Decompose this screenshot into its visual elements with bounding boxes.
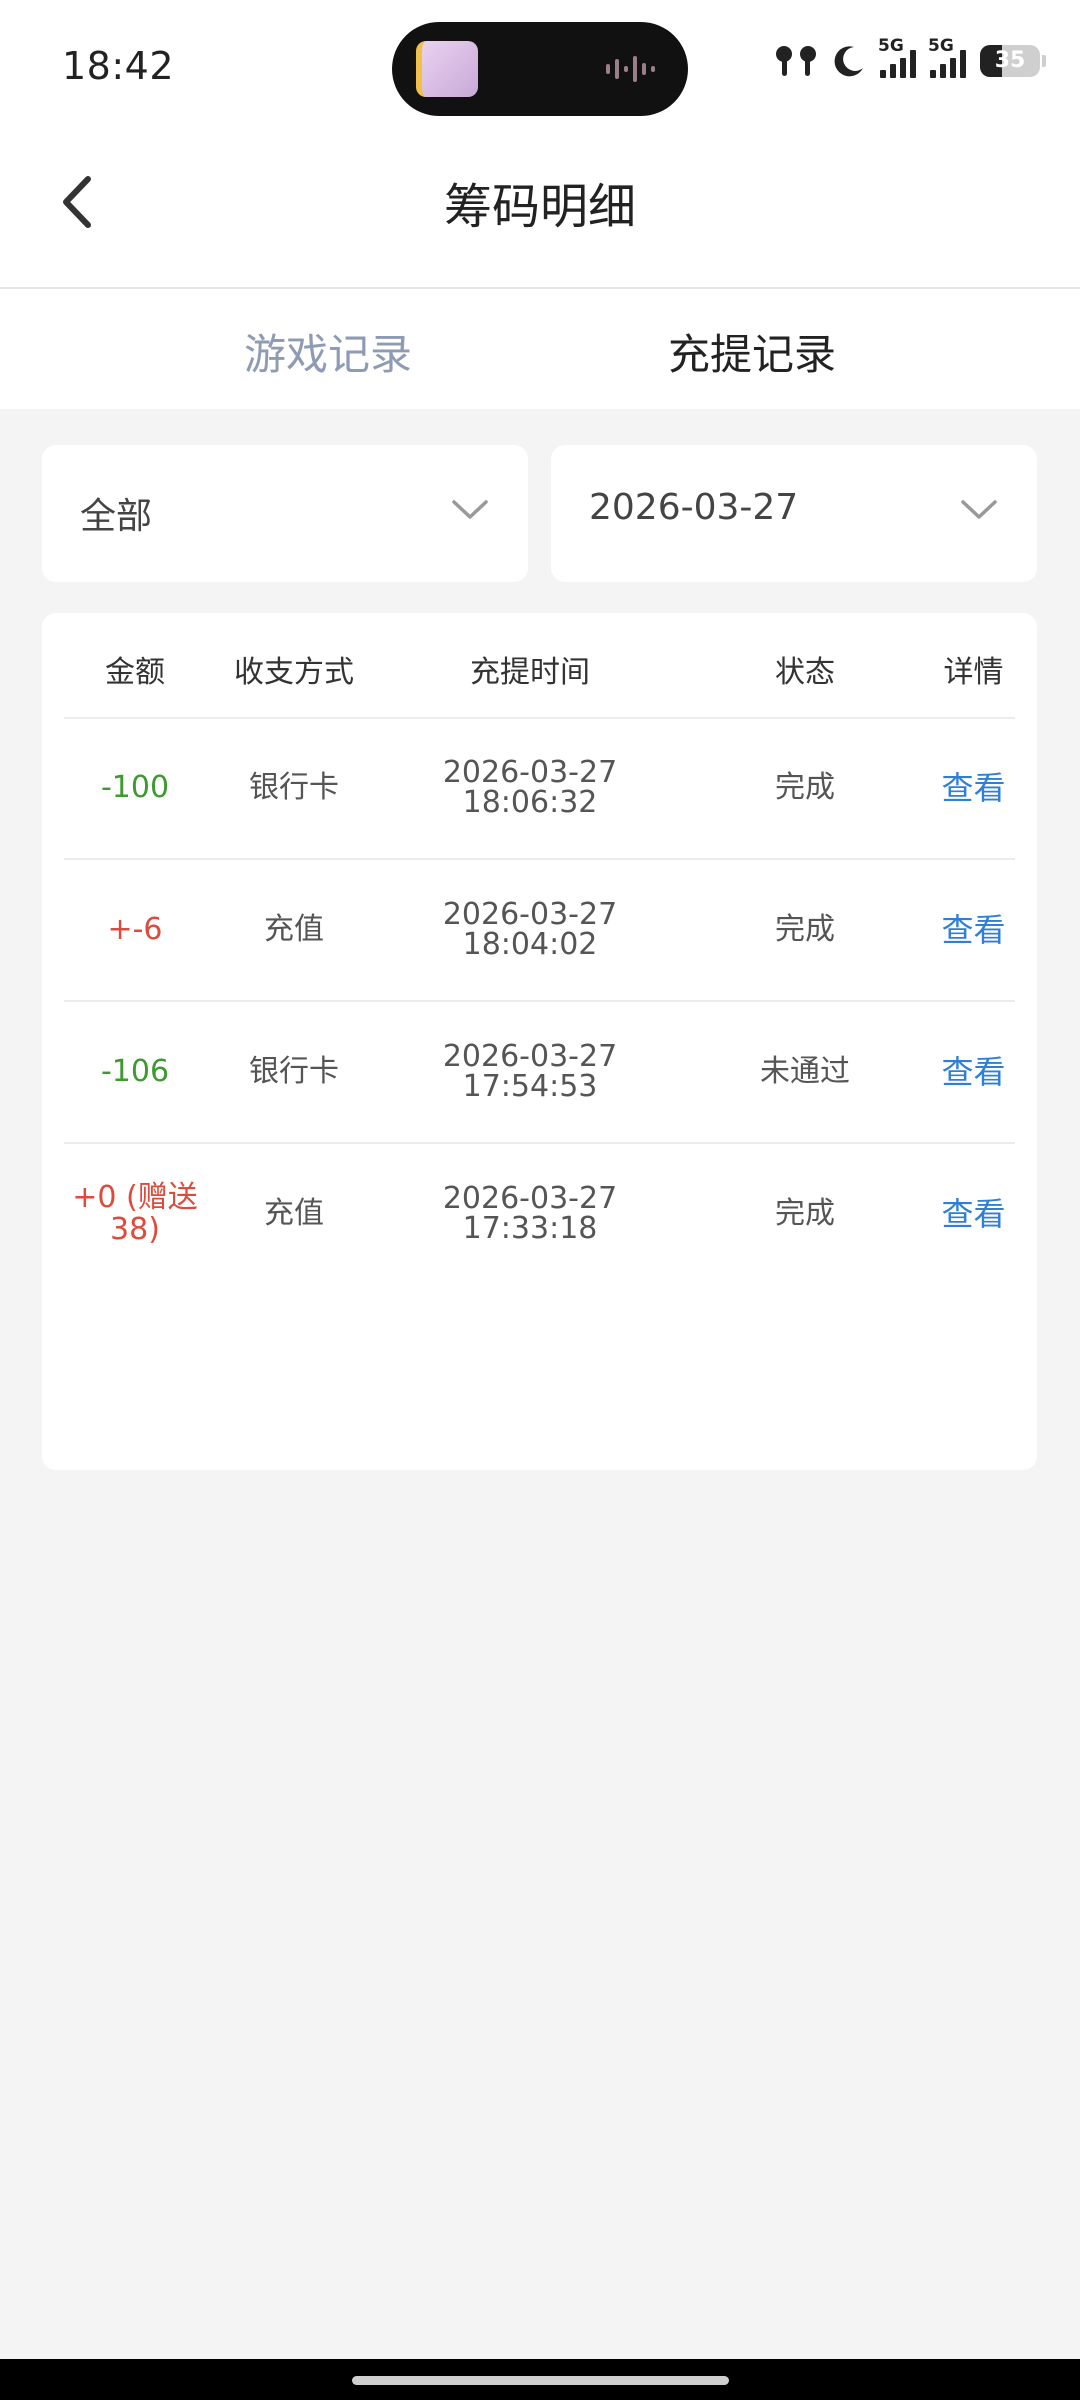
view-link[interactable]: 查看 bbox=[932, 914, 1015, 946]
media-thumbnail bbox=[416, 41, 478, 97]
earbuds-icon bbox=[776, 46, 816, 76]
signal-icon: 5G bbox=[878, 36, 916, 78]
row-date: 2026-03-27 bbox=[442, 1038, 618, 1074]
system-nav-bar bbox=[0, 2359, 1080, 2400]
chevron-down-icon bbox=[961, 500, 997, 519]
audio-wave-icon bbox=[606, 56, 655, 82]
date-filter-value: 2026-03-27 bbox=[589, 487, 799, 528]
page-title: 筹码明细 bbox=[443, 179, 636, 235]
row-amount: +-6 bbox=[107, 911, 163, 947]
row-amount: +0 (赠送38) bbox=[72, 1179, 198, 1247]
battery-level: 35 bbox=[994, 48, 1026, 73]
header-amount: 金额 bbox=[105, 655, 165, 690]
table-header: 金额 收支方式 充提时间 状态 详情 bbox=[64, 613, 1015, 719]
row-status: 完成 bbox=[775, 1195, 835, 1231]
row-amount: -106 bbox=[100, 1053, 170, 1089]
moon-icon bbox=[834, 46, 863, 77]
type-filter-value: 全部 bbox=[80, 496, 153, 537]
row-time: 18:04:02 bbox=[462, 926, 598, 962]
row-date: 2026-03-27 bbox=[442, 1180, 618, 1216]
header-time: 充提时间 bbox=[470, 655, 590, 690]
row-datetime: 2026-03-27 18:06:32 bbox=[382, 754, 678, 820]
tab-bar: 游戏记录 充提记录 bbox=[0, 289, 1080, 409]
status-icons: 5G 5G 35 bbox=[774, 36, 1046, 78]
header-method: 收支方式 bbox=[234, 655, 354, 690]
row-method: 充值 bbox=[264, 1195, 324, 1231]
view-link[interactable]: 查看 bbox=[932, 1056, 1015, 1088]
signal-icon-2: 5G bbox=[928, 36, 966, 78]
row-datetime: 2026-03-27 18:04:02 bbox=[382, 896, 678, 962]
table-row: +-6 充值 2026-03-27 18:04:02 完成 查看 bbox=[64, 859, 1015, 1002]
view-link[interactable]: 查看 bbox=[932, 772, 1015, 804]
table-row: -100 银行卡 2026-03-27 18:06:32 完成 查看 bbox=[64, 717, 1015, 860]
signal-label-2: 5G bbox=[928, 36, 954, 56]
table-row: -106 银行卡 2026-03-27 17:54:53 未通过 查看 bbox=[64, 1001, 1015, 1144]
row-datetime: 2026-03-27 17:33:18 bbox=[382, 1180, 678, 1246]
clock: 18:42 bbox=[62, 44, 175, 88]
battery-icon: 35 bbox=[980, 45, 1046, 77]
chevron-down-icon bbox=[452, 500, 488, 519]
type-filter-select[interactable]: 全部 bbox=[42, 445, 528, 582]
header-detail: 详情 bbox=[943, 655, 1004, 690]
signal-label: 5G bbox=[878, 36, 904, 56]
row-status: 完成 bbox=[775, 769, 835, 805]
records-table: 金额 收支方式 充提时间 状态 详情 -100 银行卡 2026-03-27 18… bbox=[42, 613, 1037, 1470]
row-status: 未通过 bbox=[760, 1053, 850, 1089]
dynamic-island[interactable] bbox=[392, 22, 688, 116]
app-header: 筹码明细 bbox=[0, 135, 1080, 287]
table-row: +0 (赠送38) 充值 2026-03-27 17:33:18 完成 查看 bbox=[64, 1143, 1015, 1284]
status-bar: 18:42 5G 5G 35 bbox=[0, 0, 1080, 135]
header-status: 状态 bbox=[775, 655, 835, 690]
tab-game-records[interactable]: 游戏记录 bbox=[244, 321, 412, 382]
date-filter-select[interactable]: 2026-03-27 bbox=[551, 445, 1037, 582]
tab-deposit-withdraw-records[interactable]: 充提记录 bbox=[668, 321, 836, 382]
row-time: 18:06:32 bbox=[462, 784, 598, 820]
row-datetime: 2026-03-27 17:54:53 bbox=[382, 1038, 678, 1104]
row-time: 17:54:53 bbox=[462, 1068, 598, 1104]
row-time: 17:33:18 bbox=[462, 1210, 598, 1246]
row-method: 充值 bbox=[264, 911, 324, 947]
row-date: 2026-03-27 bbox=[442, 754, 618, 790]
row-method: 银行卡 bbox=[249, 1053, 339, 1089]
row-date: 2026-03-27 bbox=[442, 896, 618, 932]
home-indicator[interactable] bbox=[352, 2376, 729, 2385]
row-status: 完成 bbox=[775, 911, 835, 947]
row-amount: -100 bbox=[100, 769, 170, 805]
row-method: 银行卡 bbox=[249, 769, 339, 805]
view-link[interactable]: 查看 bbox=[932, 1198, 1015, 1230]
